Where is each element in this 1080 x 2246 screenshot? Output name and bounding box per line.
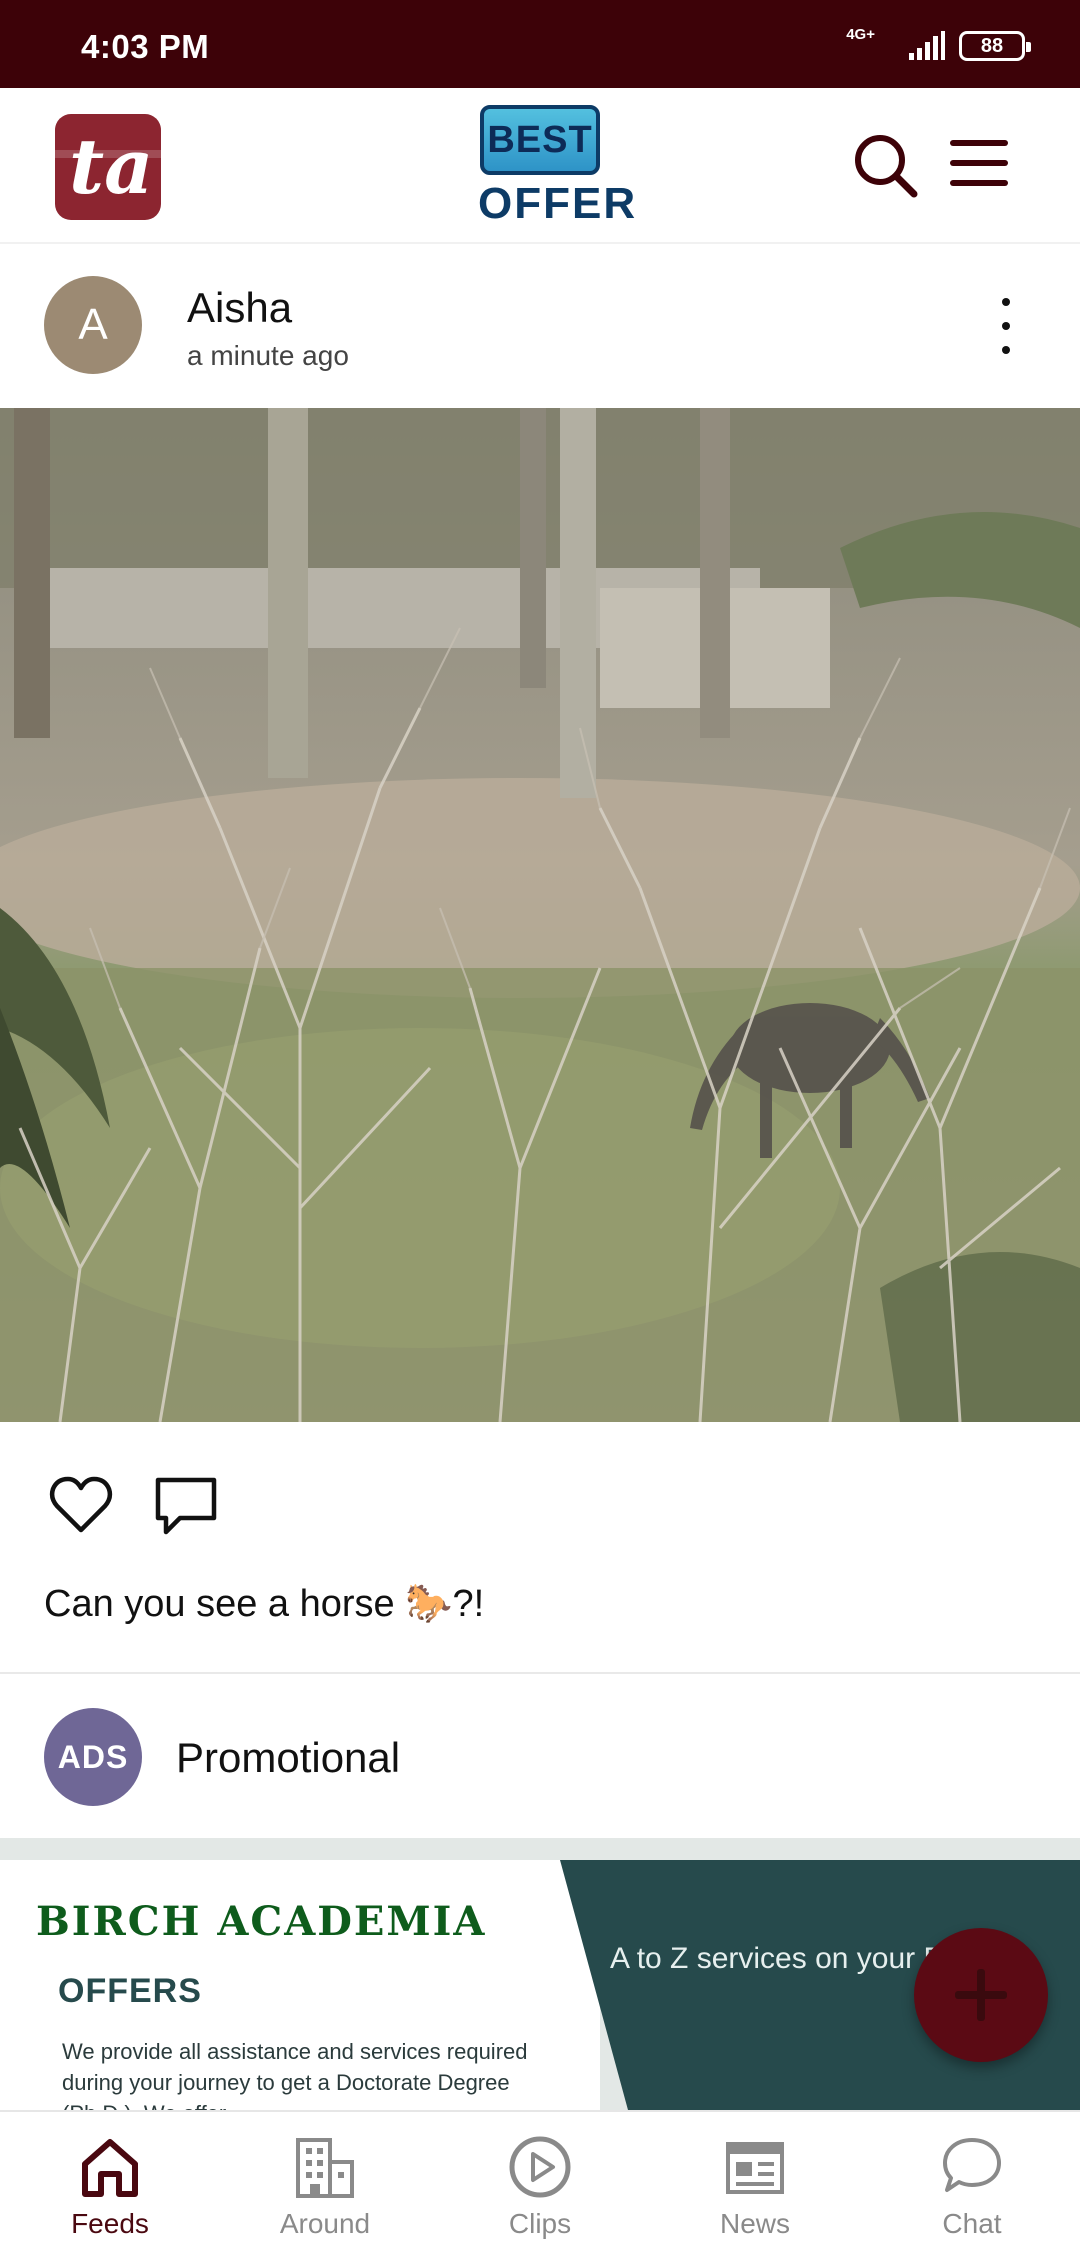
ad-description: We provide all assistance and services r… (62, 2039, 528, 2110)
post-caption: Can you see a horse 🐎?! (44, 1583, 485, 1625)
brand-badge: BEST (480, 105, 600, 175)
post-actions: Can you see a horse 🐎?! (0, 1422, 1080, 1672)
battery-level: 88 (980, 34, 1004, 57)
search-button[interactable] (852, 132, 918, 198)
more-dot (1002, 346, 1010, 354)
ads-avatar: ADS (44, 1708, 142, 1806)
nav-chat[interactable]: Chat (882, 2134, 1062, 2246)
nav-clips[interactable]: Clips (450, 2134, 630, 2246)
nav-around[interactable]: Around (235, 2134, 415, 2246)
search-icon (855, 135, 918, 198)
nav-news[interactable]: News (665, 2134, 845, 2246)
plus-icon (955, 1969, 1007, 2021)
nav-label-feeds: Feeds (71, 2208, 149, 2239)
play-icon (509, 2136, 571, 2198)
post-header: A Aisha a minute ago (0, 246, 1080, 408)
app-logo-text: ta (69, 122, 154, 211)
promo-label: Promotional (176, 1734, 401, 1781)
comment-button[interactable] (154, 1476, 218, 1536)
brand-text: OFFER (478, 179, 638, 228)
nav-feeds[interactable]: Feeds (20, 2134, 200, 2246)
network-type: 4G+ (846, 26, 875, 43)
bottom-nav: Feeds Around Clips News Chat (0, 2110, 1080, 2246)
battery-indicator: 88 (959, 31, 1031, 61)
post-photo[interactable] (0, 408, 1080, 1422)
create-post-button[interactable] (914, 1928, 1048, 2062)
app-header: ta BEST OFFER (0, 88, 1080, 244)
hamburger-menu-icon (950, 140, 1008, 186)
nav-label-clips: Clips (508, 2208, 572, 2239)
chat-icon (943, 2138, 1001, 2192)
menu-button[interactable] (948, 136, 1010, 190)
author-name[interactable]: Aisha (187, 284, 292, 332)
ad-title: BIRCH ACADEMIA (36, 1898, 487, 1945)
comment-icon (155, 1477, 217, 1535)
like-button[interactable] (48, 1474, 114, 1536)
photo-scene (0, 408, 1080, 1422)
status-time: 4:03 PM (81, 28, 210, 65)
ad-subtitle: OFFERS (58, 1972, 202, 2010)
author-avatar[interactable]: A (44, 276, 142, 374)
promo-header: ADS Promotional (0, 1674, 1080, 1836)
more-dot (1002, 298, 1010, 306)
newspaper-icon (726, 2142, 784, 2194)
post-timestamp: a minute ago (187, 340, 349, 371)
home-icon (82, 2139, 138, 2197)
best-offer-logo[interactable]: BEST OFFER (478, 105, 638, 229)
status-bar: 4:03 PM 4G+ 88 (0, 0, 1080, 88)
signal-icon (909, 31, 945, 60)
nav-label-around: Around (279, 2208, 371, 2239)
app-logo[interactable]: ta (55, 114, 161, 220)
status-icons: 4G+ 88 (846, 26, 1031, 64)
more-options-button[interactable] (994, 298, 1018, 354)
nav-label-chat: Chat (942, 2208, 1002, 2239)
building-icon (296, 2138, 354, 2198)
heart-icon (49, 1476, 113, 1533)
more-dot (1002, 322, 1010, 330)
nav-label-news: News (719, 2208, 790, 2239)
